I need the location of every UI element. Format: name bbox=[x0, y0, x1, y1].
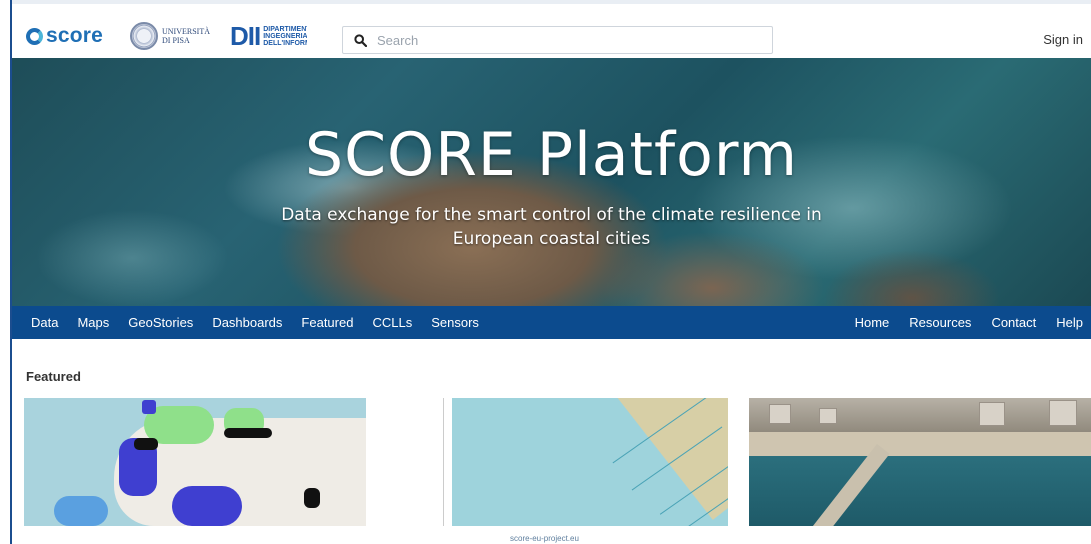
nav-item-resources[interactable]: Resources bbox=[909, 315, 971, 330]
dii-logo-mark: DII bbox=[230, 21, 261, 51]
nav-item-contact[interactable]: Contact bbox=[991, 315, 1036, 330]
photo-beach bbox=[749, 432, 1091, 458]
photo-building bbox=[1049, 400, 1077, 426]
score-logo-text: score bbox=[46, 24, 104, 47]
photo-building bbox=[819, 408, 837, 424]
map-black-zone bbox=[304, 488, 320, 508]
map-black-zone bbox=[134, 438, 158, 450]
map-black-zone bbox=[224, 428, 272, 438]
nav-item-dashboards[interactable]: Dashboards bbox=[212, 315, 282, 330]
story-text-column bbox=[378, 398, 444, 526]
nav-item-cclls[interactable]: CCLLs bbox=[372, 315, 412, 330]
map-blue-zone bbox=[142, 400, 156, 414]
score-logo-icon bbox=[26, 27, 43, 45]
nav-item-help[interactable]: Help bbox=[1056, 315, 1083, 330]
nav-item-maps[interactable]: Maps bbox=[77, 315, 109, 330]
nav-item-home[interactable]: Home bbox=[855, 315, 890, 330]
nav-item-geostories[interactable]: GeoStories bbox=[128, 315, 193, 330]
main-navbar: Data Maps GeoStories Dashboards Featured… bbox=[12, 306, 1091, 339]
featured-card-beach-photo[interactable] bbox=[749, 398, 1091, 526]
university-of-pisa-logo[interactable]: UNIVERSITÀ DI PISA bbox=[130, 22, 210, 50]
hero-subtitle-line2: European coastal cities bbox=[452, 229, 651, 249]
university-name-line2: DI PISA bbox=[162, 36, 190, 45]
sign-in-link[interactable]: Sign in bbox=[1043, 32, 1083, 47]
card-caption: score-eu-project.eu bbox=[510, 534, 579, 543]
featured-section-title: Featured bbox=[26, 369, 81, 384]
hero-banner: SCORE Platform Data exchange for the sma… bbox=[12, 58, 1091, 306]
nav-item-data[interactable]: Data bbox=[31, 315, 58, 330]
university-name: UNIVERSITÀ DI PISA bbox=[162, 27, 210, 45]
search-icon[interactable] bbox=[343, 27, 377, 53]
photo-building bbox=[979, 402, 1005, 426]
navbar-right-menu: Home Resources Contact Help bbox=[855, 315, 1091, 330]
featured-card-europe-map[interactable] bbox=[24, 398, 366, 526]
nav-item-featured[interactable]: Featured bbox=[301, 315, 353, 330]
top-header: score UNIVERSITÀ DI PISA DII DIPARTIMENT… bbox=[12, 0, 1091, 58]
score-logo[interactable]: score bbox=[26, 24, 103, 48]
navbar-left-menu: Data Maps GeoStories Dashboards Featured… bbox=[12, 315, 479, 330]
search-box bbox=[342, 26, 773, 54]
coastline-map bbox=[452, 398, 728, 526]
hero-subtitle: Data exchange for the smart control of t… bbox=[12, 203, 1091, 251]
coastline-land bbox=[602, 398, 728, 520]
university-name-line1: UNIVERSITÀ bbox=[162, 27, 210, 36]
search-input[interactable] bbox=[377, 32, 757, 48]
dii-logo-text: DIPARTIMENTO INGEGNERIA DELL'INFORMAZ bbox=[263, 25, 308, 47]
university-seal-icon bbox=[130, 22, 158, 50]
map-blue-zone bbox=[172, 486, 242, 526]
photo-building bbox=[769, 404, 791, 424]
hero-subtitle-line1: Data exchange for the smart control of t… bbox=[281, 205, 822, 225]
map-blue-zone bbox=[54, 496, 108, 526]
hero-title: SCORE Platform bbox=[305, 120, 798, 190]
dii-department-logo[interactable]: DII DIPARTIMENTO INGEGNERIA DELL'INFORMA… bbox=[230, 23, 307, 49]
nav-item-sensors[interactable]: Sensors bbox=[431, 315, 479, 330]
photo-sea bbox=[749, 456, 1091, 526]
featured-card-coastline-story[interactable] bbox=[378, 398, 728, 526]
